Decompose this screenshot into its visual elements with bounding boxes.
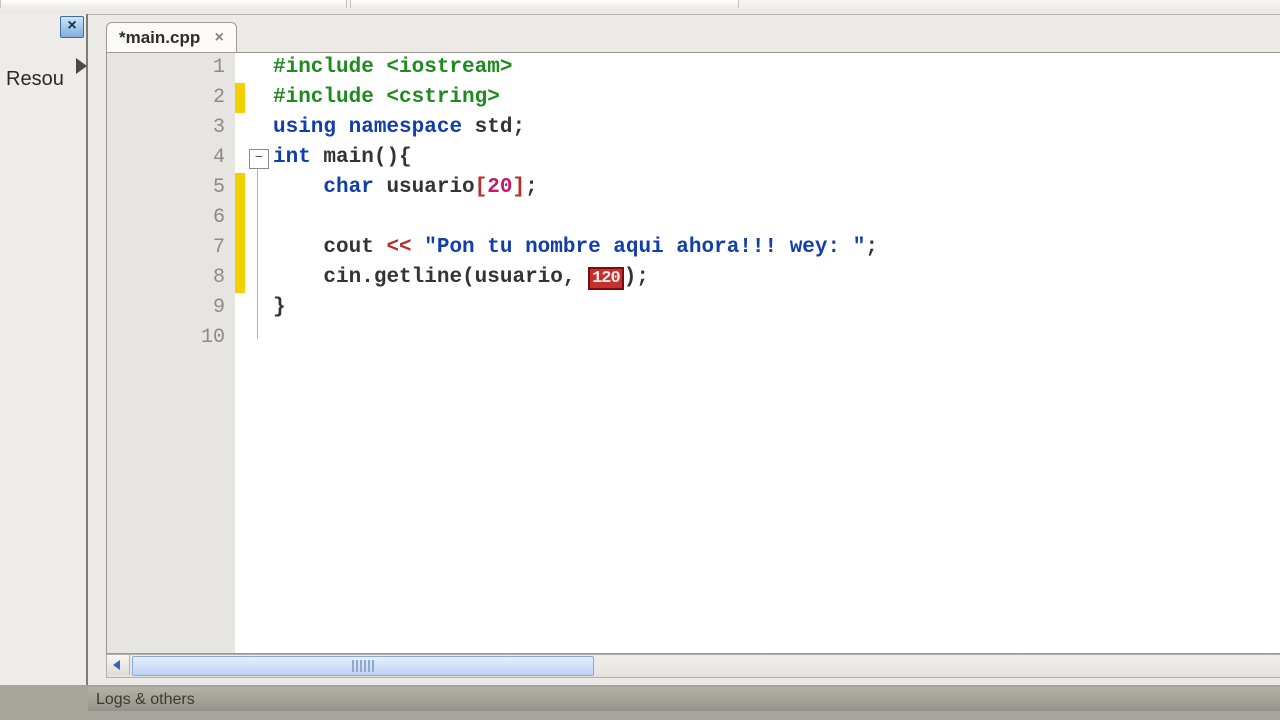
indent — [273, 236, 323, 259]
scroll-thumb[interactable] — [132, 656, 594, 676]
line-number: 3 — [185, 113, 225, 143]
bracket: [ — [475, 176, 488, 199]
toolbar-box — [350, 0, 739, 8]
horizontal-scrollbar[interactable] — [106, 654, 1280, 678]
toolbar-box — [0, 0, 347, 8]
editor-tabbar: *main.cpp × — [106, 22, 237, 52]
args: ); — [624, 266, 649, 289]
fold-margin — [249, 53, 273, 653]
include-header: <cstring> — [386, 86, 499, 109]
line-number: 9 — [185, 293, 225, 323]
identifier: std — [475, 116, 513, 139]
line-number: 4 — [185, 143, 225, 173]
line-number: 5 — [185, 173, 225, 203]
tab-main-cpp[interactable]: *main.cpp × — [106, 22, 237, 53]
punct: ; — [525, 176, 538, 199]
type-keyword: int — [273, 146, 323, 169]
identifier: cin — [323, 266, 361, 289]
change-margin — [235, 53, 249, 653]
tab-close-button[interactable]: × — [210, 29, 228, 47]
change-marker — [235, 173, 245, 293]
logs-panel-label: Logs & others — [96, 691, 195, 709]
number-literal: 20 — [487, 176, 512, 199]
resources-panel: × Resou — [0, 14, 88, 685]
code-editor[interactable]: 1 2 3 4 5 6 7 8 9 10 − #include <iostrea… — [106, 52, 1280, 654]
line-number: 8 — [185, 263, 225, 293]
punct: ; — [512, 116, 525, 139]
change-marker — [235, 83, 245, 113]
identifier: usuario — [386, 176, 474, 199]
close-panel-button[interactable]: × — [60, 16, 84, 38]
indent — [273, 266, 323, 289]
method-name: getline — [374, 266, 462, 289]
keyword: namespace — [349, 116, 475, 139]
line-number: 7 — [185, 233, 225, 263]
include-header: <iostream> — [386, 56, 512, 79]
string-literal: "Pon tu nombre aqui ahora!!! wey: " — [424, 236, 865, 259]
preprocessor: #include — [273, 56, 386, 79]
scroll-grip-icon — [352, 660, 374, 672]
keyword: using — [273, 116, 349, 139]
tab-title: *main.cpp — [119, 28, 200, 47]
punct: (){ — [374, 146, 412, 169]
code-content[interactable]: #include <iostream> #include <cstring> u… — [273, 53, 1280, 653]
selected-text[interactable]: 120 — [588, 267, 624, 290]
scroll-left-button[interactable] — [107, 655, 130, 675]
indent — [273, 176, 323, 199]
brace: } — [273, 296, 286, 319]
fold-toggle[interactable]: − — [249, 149, 269, 169]
fold-guide-line — [257, 169, 258, 339]
punct: . — [361, 266, 374, 289]
line-number: 1 — [185, 53, 225, 83]
bracket: ] — [512, 176, 525, 199]
line-number: 6 — [185, 203, 225, 233]
bottom-panel: Logs & others — [0, 685, 1280, 720]
preprocessor: #include — [273, 86, 386, 109]
type-keyword: char — [323, 176, 386, 199]
expand-panel-icon[interactable] — [76, 58, 87, 74]
resources-panel-label: Resou — [6, 68, 64, 91]
args: (usuario, — [462, 266, 588, 289]
editor-area: *main.cpp × 1 2 3 4 5 6 7 8 9 10 − #incl… — [88, 14, 1280, 685]
punct: ; — [865, 236, 878, 259]
top-toolbar — [0, 0, 1280, 15]
line-number: 10 — [185, 323, 225, 353]
line-number-gutter: 1 2 3 4 5 6 7 8 9 10 — [107, 53, 236, 653]
identifier: cout — [323, 236, 386, 259]
logs-panel-header[interactable] — [88, 687, 1280, 711]
line-number: 2 — [185, 83, 225, 113]
operator: << — [386, 236, 424, 259]
function-name: main — [323, 146, 373, 169]
